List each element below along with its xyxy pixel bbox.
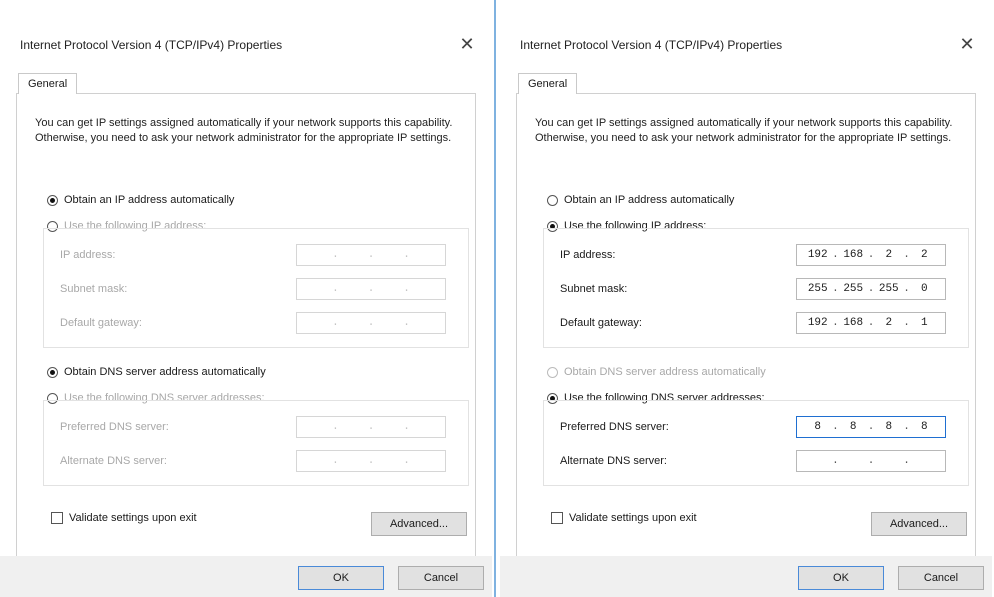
radio-button[interactable] [547, 194, 558, 206]
validate-settings-checkbox[interactable]: Validate settings upon exit [551, 512, 697, 524]
radio-label: Obtain an IP address automatically [64, 194, 235, 206]
checkbox[interactable] [51, 512, 63, 524]
dns-settings-group: Preferred DNS server: 8. 8. 8. 8 Alterna… [543, 400, 969, 486]
ip-address-row: IP address: . . . [60, 243, 446, 267]
alternate-dns-row: Alternate DNS server: . . . [560, 449, 946, 473]
ok-button[interactable]: OK [298, 566, 384, 590]
dialog-ipv4-properties-right: Internet Protocol Version 4 (TCP/IPv4) P… [500, 0, 992, 597]
advanced-button[interactable]: Advanced... [371, 512, 467, 536]
alternate-dns-input[interactable]: . . . [796, 450, 946, 472]
general-panel: You can get IP settings assigned automat… [516, 93, 976, 557]
ip-settings-group: IP address: . . . Subnet mask: . . . Def… [43, 228, 469, 348]
subnet-mask-label: Subnet mask: [60, 283, 128, 295]
subnet-mask-label: Subnet mask: [560, 283, 628, 295]
description-text: You can get IP settings assigned automat… [535, 117, 953, 144]
ip-address-input[interactable]: 192. 168. 2. 2 [796, 244, 946, 266]
alternate-dns-label: Alternate DNS server: [560, 455, 667, 467]
radio-label: Obtain DNS server address automatically [64, 366, 266, 378]
ip-settings-group: IP address: 192. 168. 2. 2 Subnet mask: … [543, 228, 969, 348]
preferred-dns-input[interactable]: . . . [296, 416, 446, 438]
preferred-dns-row: Preferred DNS server: 8. 8. 8. 8 [560, 415, 946, 439]
alternate-dns-label: Alternate DNS server: [60, 455, 167, 467]
subnet-mask-row: Subnet mask: . . . [60, 277, 446, 301]
radio-obtain-dns-auto[interactable]: Obtain DNS server address automatically [47, 366, 266, 378]
dialog-title: Internet Protocol Version 4 (TCP/IPv4) P… [20, 38, 283, 52]
radio-button[interactable] [547, 366, 558, 378]
preferred-dns-label: Preferred DNS server: [60, 421, 169, 433]
subnet-mask-row: Subnet mask: 255. 255. 255. 0 [560, 277, 946, 301]
description-text: You can get IP settings assigned automat… [35, 117, 453, 144]
alternate-dns-row: Alternate DNS server: . . . [60, 449, 446, 473]
preferred-dns-row: Preferred DNS server: . . . [60, 415, 446, 439]
close-icon[interactable]: ✕ [956, 33, 978, 55]
checkbox[interactable] [551, 512, 563, 524]
tab-general[interactable]: General [18, 73, 78, 94]
cancel-button[interactable]: Cancel [898, 566, 984, 590]
ip-address-label: IP address: [560, 249, 616, 261]
ip-address-input[interactable]: . . . [296, 244, 446, 266]
preferred-dns-label: Preferred DNS server: [560, 421, 669, 433]
radio-button[interactable] [47, 194, 58, 206]
default-gateway-row: Default gateway: 192. 168. 2. 1 [560, 311, 946, 335]
checkbox-label: Validate settings upon exit [569, 512, 697, 524]
general-panel: You can get IP settings assigned automat… [16, 93, 476, 557]
dns-settings-group: Preferred DNS server: . . . Alternate DN… [43, 400, 469, 486]
ip-address-label: IP address: [60, 249, 116, 261]
default-gateway-label: Default gateway: [60, 317, 142, 329]
default-gateway-input[interactable]: . . . [296, 312, 446, 334]
ip-address-row: IP address: 192. 168. 2. 2 [560, 243, 946, 267]
subnet-mask-input[interactable]: . . . [296, 278, 446, 300]
subnet-mask-input[interactable]: 255. 255. 255. 0 [796, 278, 946, 300]
alternate-dns-input[interactable]: . . . [296, 450, 446, 472]
checkbox-label: Validate settings upon exit [69, 512, 197, 524]
cancel-button[interactable]: Cancel [398, 566, 484, 590]
default-gateway-label: Default gateway: [560, 317, 642, 329]
radio-obtain-ip-auto[interactable]: Obtain an IP address automatically [547, 194, 734, 206]
default-gateway-input[interactable]: 192. 168. 2. 1 [796, 312, 946, 334]
validate-settings-checkbox[interactable]: Validate settings upon exit [51, 512, 197, 524]
ok-button[interactable]: OK [798, 566, 884, 590]
advanced-button[interactable]: Advanced... [871, 512, 967, 536]
radio-label: Obtain DNS server address automatically [564, 366, 766, 378]
window-divider [494, 0, 496, 597]
radio-label: Obtain an IP address automatically [564, 194, 735, 206]
radio-obtain-dns-auto[interactable]: Obtain DNS server address automatically [547, 366, 766, 378]
radio-obtain-ip-auto[interactable]: Obtain an IP address automatically [47, 194, 234, 206]
close-icon[interactable]: ✕ [456, 33, 478, 55]
tab-general[interactable]: General [518, 73, 578, 94]
radio-button[interactable] [47, 366, 58, 378]
dialog-title: Internet Protocol Version 4 (TCP/IPv4) P… [520, 38, 783, 52]
preferred-dns-input[interactable]: 8. 8. 8. 8 [796, 416, 946, 438]
default-gateway-row: Default gateway: . . . [60, 311, 446, 335]
dialog-ipv4-properties-left: Internet Protocol Version 4 (TCP/IPv4) P… [0, 0, 492, 597]
